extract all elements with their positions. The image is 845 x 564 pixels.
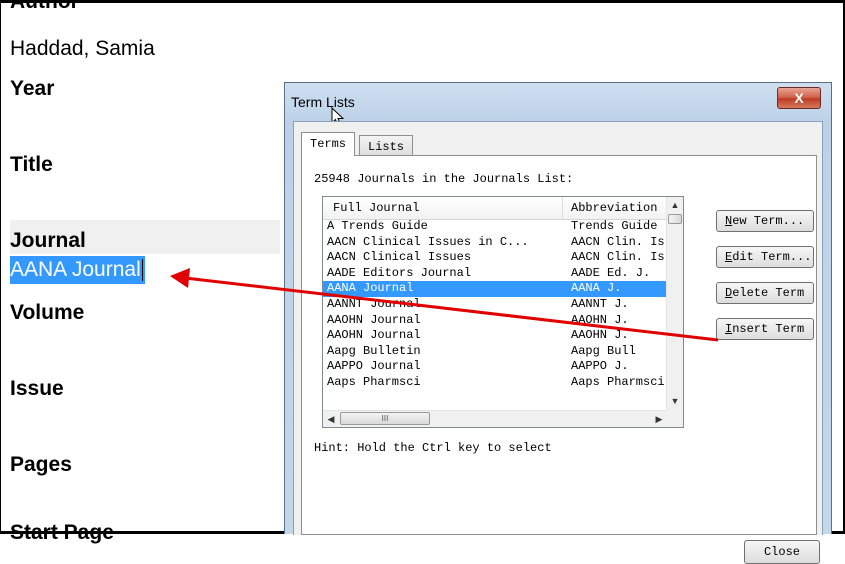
start-page-label: Start Page (10, 521, 114, 544)
horizontal-scrollbar[interactable]: ◀ III ▶ (323, 410, 667, 427)
list-item[interactable]: AAOHN Journal AAOHN J. (323, 328, 667, 344)
terms-panel: 25948 Journals in the Journals List: Ful… (301, 155, 817, 535)
edit-term-label: dit Term... (732, 250, 812, 264)
delete-term-label: elete Term (732, 286, 805, 300)
tab-terms[interactable]: Terms (301, 132, 356, 156)
delete-term-button[interactable]: Delete Term (716, 282, 814, 304)
insert-term-label: nsert Term (732, 322, 805, 336)
close-button[interactable]: Close (744, 540, 820, 564)
list-item[interactable]: AAOHN Journal AAOHN J. (323, 313, 667, 329)
abbreviation-cell: AADE Ed. J. (571, 265, 651, 280)
journal-label: Journal (10, 229, 86, 252)
full-journal-cell: AACN Clinical Issues in C... (327, 234, 529, 249)
title-label: Title (10, 153, 53, 176)
list-item[interactable]: AACN Clinical Issues AACN Clin. Is (323, 250, 667, 266)
list-item[interactable]: AANA Journal AANA J. (323, 281, 667, 297)
issue-label: Issue (10, 377, 64, 400)
journal-value: AANA Journal (10, 258, 141, 281)
scrollbar-corner (666, 410, 683, 427)
year-label: Year (10, 77, 55, 100)
full-journal-cell: AADE Editors Journal (327, 265, 472, 280)
abbreviation-cell: AAPPO J. (571, 359, 629, 374)
edit-term-button[interactable]: Edit Term... (716, 246, 814, 268)
text-caret (141, 259, 143, 282)
full-journal-cell: AAOHN Journal (327, 312, 421, 327)
vertical-scrollbar[interactable]: ▲ ▼ (666, 197, 683, 410)
volume-label: Volume (10, 301, 85, 324)
horizontal-scroll-thumb[interactable]: III (340, 412, 430, 425)
tab-lists[interactable]: Lists (359, 135, 414, 157)
scroll-up-icon[interactable]: ▲ (667, 197, 683, 214)
abbreviation-cell: AAOHN J. (571, 312, 629, 327)
abbreviation-cell: Aapg Bull (571, 343, 636, 358)
list-item[interactable]: AADE Editors Journal AADE Ed. J. (323, 266, 667, 282)
full-journal-cell: A Trends Guide (327, 219, 428, 233)
abbreviation-cell: AACN Clin. Is (571, 250, 665, 265)
list-item[interactable]: AACN Clinical Issues in C... AACN Clin. I… (323, 235, 667, 251)
journal-list[interactable]: Full Journal Abbreviation A Trends Guide… (322, 196, 684, 428)
full-journal-cell: AACN Clinical Issues (327, 250, 472, 265)
author-label: Author (10, 0, 79, 13)
dialog-titlebar[interactable]: Term Lists X (285, 83, 831, 121)
new-term-label: ew Term... (732, 214, 805, 228)
abbreviation-cell: AANNT J. (571, 296, 629, 311)
term-lists-dialog: Term Lists X Terms Lists 25948 Journals … (284, 82, 832, 564)
dialog-title: Term Lists (291, 94, 355, 110)
journal-count-text: 25948 Journals in the Journals List: (314, 172, 574, 186)
scroll-down-icon[interactable]: ▼ (667, 393, 683, 410)
abbreviation-cell: AACN Clin. Is (571, 234, 665, 249)
list-item[interactable]: AANNT Journal AANNT J. (323, 297, 667, 313)
list-item[interactable]: Aaps Pharmsci Aaps Pharmsci (323, 375, 667, 391)
abbreviation-cell: AAOHN J. (571, 328, 629, 343)
abbreviation-cell: Aaps Pharmsci (571, 374, 665, 389)
scroll-right-icon[interactable]: ▶ (651, 411, 667, 427)
full-journal-cell: AAPPO Journal (327, 359, 421, 374)
full-journal-cell: Aapg Bulletin (327, 343, 421, 358)
column-header-full-journal[interactable]: Full Journal (333, 201, 419, 215)
hint-text: Hint: Hold the Ctrl key to select (314, 441, 552, 455)
full-journal-cell: AAOHN Journal (327, 328, 421, 343)
column-divider[interactable] (562, 197, 563, 219)
insert-term-button[interactable]: Insert Term (716, 318, 814, 340)
list-item[interactable]: A Trends Guide Trends Guide (323, 219, 667, 235)
pages-label: Pages (10, 453, 72, 476)
list-item[interactable]: Aapg Bulletin Aapg Bull (323, 344, 667, 360)
author-field[interactable]: Haddad, Samia (10, 36, 155, 62)
new-term-button[interactable]: New Term... (716, 210, 814, 232)
full-journal-cell: AANA Journal (327, 281, 414, 296)
scroll-left-icon[interactable]: ◀ (323, 411, 339, 427)
list-header: Full Journal Abbreviation (323, 197, 667, 220)
column-header-abbreviation[interactable]: Abbreviation (571, 201, 657, 215)
list-item[interactable]: AAPPO Journal AAPPO J. (323, 359, 667, 375)
vertical-scroll-thumb[interactable] (668, 214, 682, 224)
journal-field[interactable]: AANA Journal (10, 256, 145, 284)
full-journal-cell: AANNT Journal (327, 296, 421, 311)
full-journal-cell: Aaps Pharmsci (327, 374, 421, 389)
list-rows: A Trends Guide Trends Guide AACN Clinical … (323, 219, 667, 391)
dialog-body: Terms Lists 25948 Journals in the Journa… (293, 121, 823, 564)
abbreviation-cell: Trends Guide (571, 219, 658, 233)
abbreviation-cell: AANA J. (571, 281, 622, 296)
close-window-button[interactable]: X (777, 87, 821, 109)
